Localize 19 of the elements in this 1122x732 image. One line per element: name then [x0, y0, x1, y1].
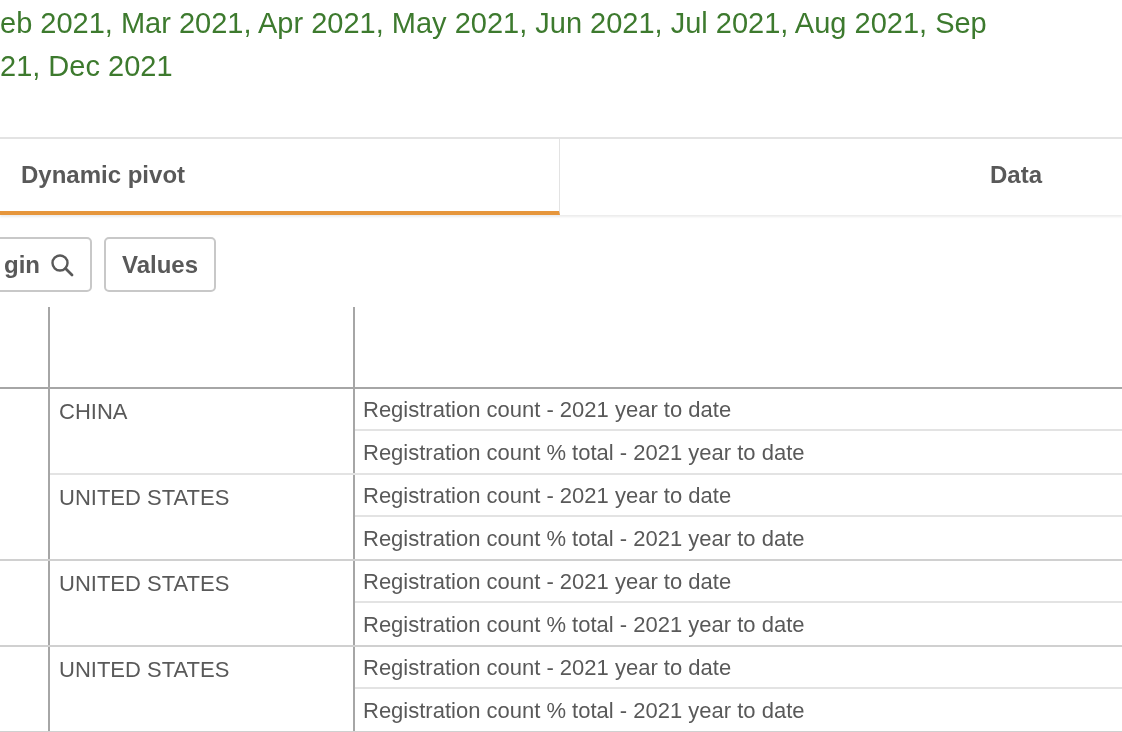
filter-text: 21, Dec 2021	[0, 49, 173, 84]
filter-text: eb 2021, Mar 2021, Apr 2021, May 2021, Jun 2021, Jul 2021, Aug 2021, Sep	[0, 6, 987, 41]
tab[interactable]: Data	[560, 139, 1122, 215]
table-cell-text: Registration count - 2021 year to date	[363, 395, 732, 424]
table-cell-text: Registration count % total - 2021 year to date	[363, 610, 805, 639]
table-cell-text: Registration count % total - 2021 year to date	[363, 696, 805, 725]
search-button[interactable]: gin	[0, 237, 92, 292]
search-icon	[50, 252, 74, 277]
table-cell: UNITED STATES	[59, 571, 230, 596]
table-cell: UNITED STATES	[59, 485, 230, 510]
table-cell-text: Registration count % total - 2021 year to date	[363, 524, 805, 553]
tab[interactable]: Dynamic pivot	[0, 139, 560, 215]
table-cell-text: Registration count % total - 2021 year to date	[363, 438, 805, 467]
table-cell-text: Registration count - 2021 year to date	[363, 481, 732, 510]
table-cell-text: Registration count - 2021 year to date	[363, 653, 732, 682]
table-cell: CHINA	[59, 399, 128, 424]
table-cell-text: Registration count - 2021 year to date	[363, 567, 732, 596]
table-cell: UNITED STATES	[59, 657, 230, 682]
values-button[interactable]: Values	[104, 237, 217, 292]
